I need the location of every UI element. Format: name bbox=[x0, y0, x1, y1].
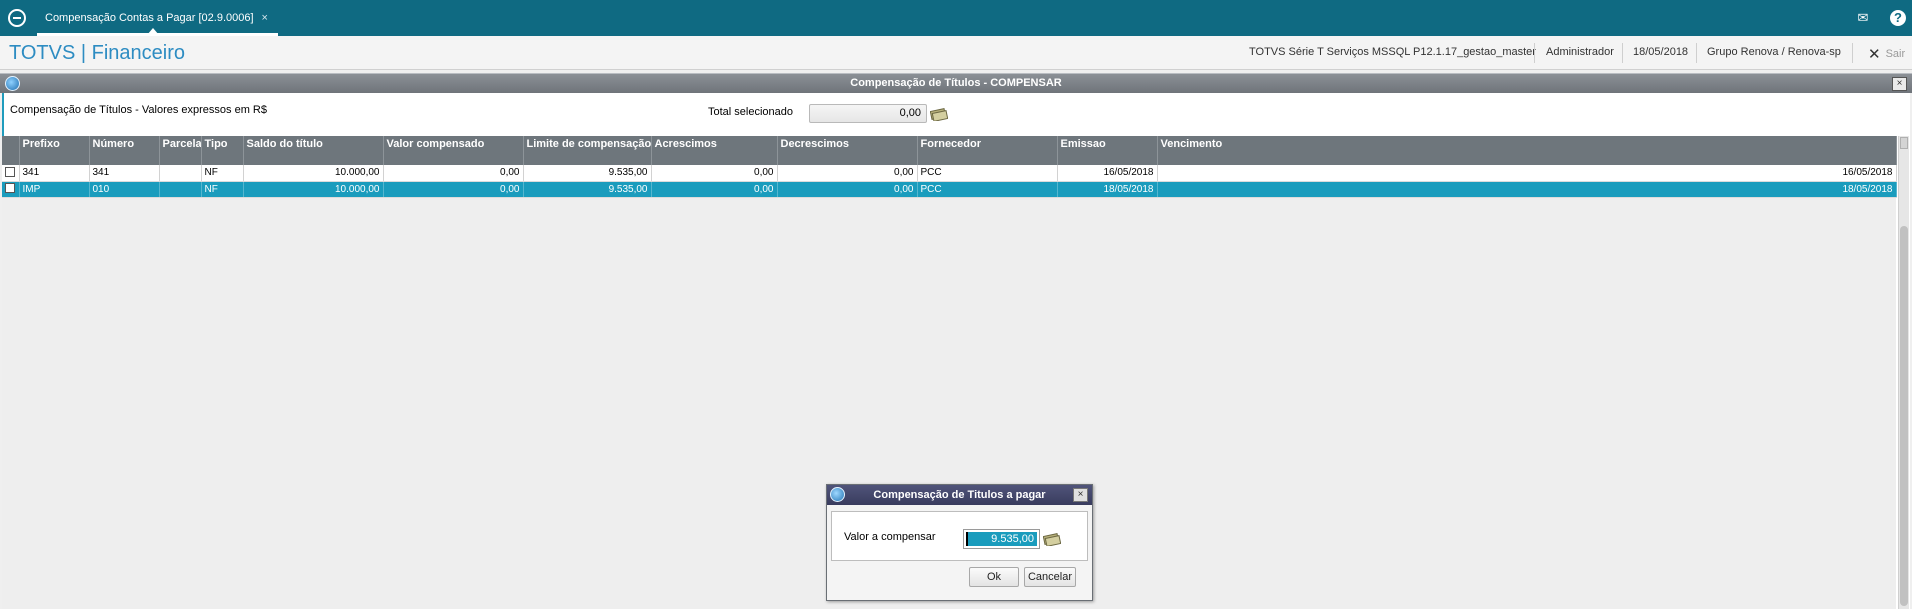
compensation-dialog: Compensação de Titulos a pagar × Valor a… bbox=[826, 484, 1093, 601]
row-checkbox[interactable] bbox=[2, 165, 20, 182]
grid-header: Prefixo Número Parcela Tipo Saldo do tít… bbox=[2, 136, 1897, 165]
app-brand: TOTVS | Financeiro bbox=[9, 42, 185, 64]
header-separator bbox=[1622, 43, 1623, 63]
scroll-up-button[interactable] bbox=[1900, 137, 1908, 149]
top-bar: Compensação Contas a Pagar [02.9.0006] × … bbox=[0, 0, 1912, 36]
column-select[interactable] bbox=[2, 136, 20, 165]
cell-limite: 9.535,00 bbox=[523, 181, 652, 198]
column-vencimento[interactable]: Vencimento bbox=[1157, 136, 1897, 165]
company-info[interactable]: Grupo Renova / Renova-sp bbox=[1707, 46, 1841, 58]
grid-scrollbar[interactable] bbox=[1898, 136, 1909, 609]
cell-fornecedor: PCC bbox=[917, 165, 1058, 182]
cell-prefixo: IMP bbox=[19, 181, 90, 198]
column-prefixo[interactable]: Prefixo bbox=[19, 136, 90, 165]
cancel-button[interactable]: Cancelar bbox=[1024, 567, 1076, 587]
checkbox[interactable] bbox=[5, 183, 15, 193]
total-selected-label: Total selecionado bbox=[708, 106, 794, 118]
active-tab-indicator bbox=[147, 28, 159, 35]
cell-compensado: 0,00 bbox=[383, 165, 524, 182]
ok-button[interactable]: Ok bbox=[969, 567, 1019, 587]
tab-label: Compensação Contas a Pagar [02.9.0006] bbox=[45, 12, 254, 24]
column-numero[interactable]: Número bbox=[89, 136, 160, 165]
cell-saldo: 10.000,00 bbox=[243, 181, 384, 198]
cell-decrescimos: 0,00 bbox=[777, 165, 918, 182]
column-decrescimos[interactable]: Decrescimos bbox=[777, 136, 918, 165]
app-header: TOTVS | Financeiro TOTVS Série T Serviço… bbox=[0, 36, 1912, 70]
totvs-logo-icon[interactable] bbox=[8, 9, 26, 27]
cell-saldo: 10.000,00 bbox=[243, 165, 384, 182]
window-title: Compensação de Títulos - COMPENSAR bbox=[850, 77, 1062, 89]
cell-tipo: NF bbox=[201, 181, 244, 198]
money-icon[interactable] bbox=[1043, 532, 1061, 546]
total-selected-field: 0,00 bbox=[809, 104, 927, 123]
cell-compensado: 0,00 bbox=[383, 181, 524, 198]
cell-parcela bbox=[159, 181, 202, 198]
column-limite[interactable]: Limite de compensação bbox=[523, 136, 652, 165]
scroll-thumb[interactable] bbox=[1900, 226, 1908, 606]
cell-numero: 341 bbox=[89, 165, 160, 182]
cell-limite: 9.535,00 bbox=[523, 165, 652, 182]
column-tipo[interactable]: Tipo bbox=[201, 136, 244, 165]
cell-emissao: 16/05/2018 bbox=[1057, 165, 1158, 182]
dialog-title: Compensação de Titulos a pagar bbox=[873, 489, 1046, 501]
cell-numero: 010 bbox=[89, 181, 160, 198]
column-valor-compensado[interactable]: Valor compensado bbox=[383, 136, 524, 165]
column-parcela[interactable]: Parcela bbox=[159, 136, 202, 165]
row-checkbox[interactable] bbox=[2, 181, 20, 198]
close-icon: ✕ bbox=[1868, 46, 1881, 63]
column-acrescimos[interactable]: Acrescimos bbox=[651, 136, 778, 165]
window-title-bar: Compensação de Títulos - COMPENSAR × bbox=[0, 73, 1912, 93]
cell-parcela bbox=[159, 165, 202, 182]
user-name[interactable]: Administrador bbox=[1546, 46, 1614, 58]
table-row[interactable]: 341 341 NF 10.000,00 0,00 9.535,00 0,00 … bbox=[2, 165, 1897, 182]
cell-tipo: NF bbox=[201, 165, 244, 182]
cell-acrescimos: 0,00 bbox=[651, 181, 778, 198]
column-fornecedor[interactable]: Fornecedor bbox=[917, 136, 1058, 165]
column-emissao[interactable]: Emissao bbox=[1057, 136, 1158, 165]
content-subtitle: Compensação de Títulos - Valores express… bbox=[10, 104, 267, 116]
valor-label: Valor a compensar bbox=[844, 531, 936, 543]
logout-button[interactable]: ✕ Sair bbox=[1868, 45, 1905, 63]
cell-vencimento: 18/05/2018 bbox=[1157, 181, 1897, 198]
system-date[interactable]: 18/05/2018 bbox=[1633, 46, 1688, 58]
money-icon[interactable] bbox=[930, 107, 948, 121]
cell-emissao: 18/05/2018 bbox=[1057, 181, 1158, 198]
valor-value: 9.535,00 bbox=[966, 532, 1037, 546]
cell-vencimento: 16/05/2018 bbox=[1157, 165, 1897, 182]
logout-label: Sair bbox=[1885, 47, 1906, 60]
cell-fornecedor: PCC bbox=[917, 181, 1058, 198]
dialog-close-button[interactable]: × bbox=[1073, 488, 1088, 502]
header-separator bbox=[1852, 43, 1853, 63]
dialog-title-bar[interactable]: Compensação de Titulos a pagar × bbox=[827, 485, 1092, 505]
valor-input[interactable]: 9.535,00 bbox=[963, 529, 1040, 549]
cell-prefixo: 341 bbox=[19, 165, 90, 182]
header-separator bbox=[1696, 43, 1697, 63]
checkbox[interactable] bbox=[5, 166, 15, 177]
mail-icon[interactable]: ✉ bbox=[1855, 10, 1871, 26]
tab-close-icon[interactable]: × bbox=[262, 12, 268, 24]
environment-info[interactable]: TOTVS Série T Serviços MSSQL P12.1.17_ge… bbox=[1249, 46, 1536, 58]
cell-decrescimos: 0,00 bbox=[777, 181, 918, 198]
cell-acrescimos: 0,00 bbox=[651, 165, 778, 182]
column-saldo[interactable]: Saldo do título bbox=[243, 136, 384, 165]
help-icon[interactable]: ? bbox=[1890, 10, 1906, 26]
window-close-button[interactable]: × bbox=[1892, 77, 1907, 91]
header-separator bbox=[1534, 43, 1535, 63]
table-row-selected[interactable]: IMP 010 NF 10.000,00 0,00 9.535,00 0,00 … bbox=[2, 181, 1897, 198]
